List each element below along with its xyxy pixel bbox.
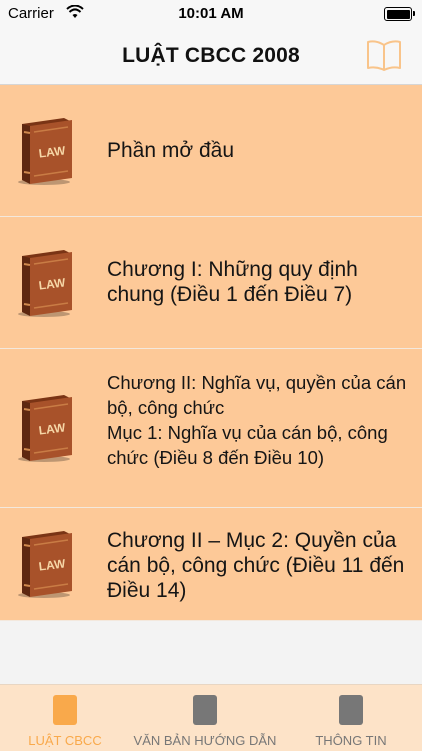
status-bar: Carrier 10:01 AM [0, 0, 422, 28]
chapter-list-item[interactable]: LAW Phần mở đầu [0, 85, 422, 217]
tab-label: LUẬT CBCC [28, 733, 102, 748]
book-icon [53, 695, 77, 725]
chapter-list-item[interactable]: LAW Chương I: Những quy định chung (Điều … [0, 217, 422, 349]
law-book-icon: LAW [14, 248, 78, 318]
battery-icon [384, 7, 415, 21]
open-book-icon[interactable] [366, 38, 402, 72]
chapter-title: Chương II – Mục 2: Quyền của cán bộ, côn… [107, 529, 405, 602]
tab-bar: LUẬT CBCC VĂN BẢN HƯỚNG DẪN THÔNG TIN [0, 684, 422, 751]
book-icon [193, 695, 217, 725]
chapter-list-item[interactable]: LAW Chương II – Mục 2: Quyền của cán bộ, … [0, 508, 422, 621]
chapter-list: LAW Phần mở đầu LAW Chương I: Những quy địn… [0, 85, 422, 621]
tab-item[interactable]: LUẬT CBCC [0, 685, 130, 751]
chapter-list-item[interactable]: LAW Chương II: Nghĩa vụ, quyền của cán bộ… [0, 349, 422, 508]
tab-label: VĂN BẢN HƯỚNG DẪN [133, 733, 277, 748]
law-book-icon: LAW [14, 529, 78, 599]
law-book-icon: LAW [14, 393, 78, 463]
law-book-icon: LAW [14, 116, 78, 186]
page-title: LUẬT CBCC 2008 [122, 44, 300, 67]
chapter-title: Phần mở đầu [107, 139, 235, 162]
navigation-bar: LUẬT CBCC 2008 [0, 28, 422, 85]
tab-item[interactable]: VĂN BẢN HƯỚNG DẪN [130, 685, 280, 751]
chapter-title: Chương II: Nghĩa vụ, quyền của cán bộ, c… [107, 372, 407, 468]
book-icon [339, 695, 363, 725]
tab-item[interactable]: THÔNG TIN [280, 685, 422, 751]
clock-label: 10:01 AM [178, 5, 244, 22]
tab-label: THÔNG TIN [315, 733, 387, 748]
chapter-title: Chương I: Những quy định chung (Điều 1 đ… [107, 258, 358, 306]
